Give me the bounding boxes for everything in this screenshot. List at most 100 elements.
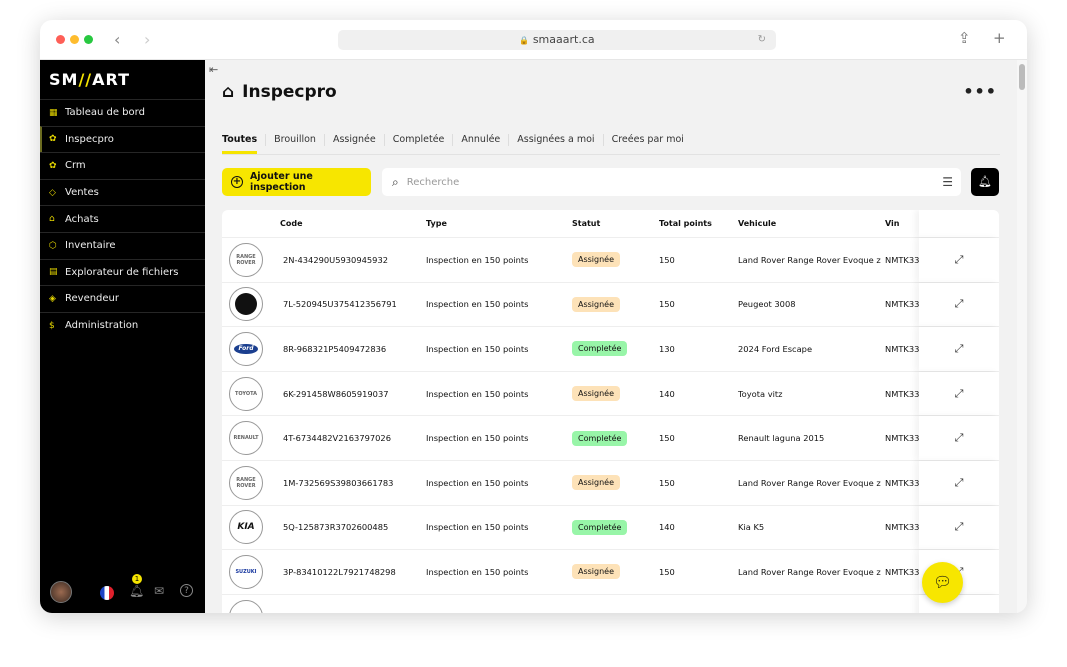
tab-creées-par-moi[interactable]: Creées par moi [612, 132, 684, 154]
total-points: 150 [659, 254, 675, 265]
open-inspection-button[interactable]: ⤢ [919, 505, 999, 550]
table-row[interactable] [222, 594, 999, 613]
expand-icon: ⤢ [954, 297, 964, 311]
sidebar: SM//ART ▦ Tableau de bord ✿ Inspecpro ✿ Crm ◇ V… [40, 60, 205, 613]
status-cell: Completée [572, 430, 659, 446]
expand-icon: ⤢ [954, 475, 964, 489]
table-row[interactable]: Ford 8R-968321P5409472836 Inspection en 15… [222, 327, 999, 372]
status-badge: Completée [572, 519, 628, 535]
close-window-button[interactable] [56, 35, 65, 44]
avatar[interactable] [50, 581, 72, 603]
sidebar-item-tableau-de-bord[interactable]: ▦ Tableau de bord [40, 99, 205, 126]
search-icon: ⌕ [392, 174, 399, 189]
brand-logo [229, 599, 263, 613]
tab-toutes[interactable]: Toutes [222, 132, 258, 154]
sidebar-item-label: Crm [65, 160, 86, 172]
back-icon[interactable]: ‹ [114, 30, 120, 49]
brand-logo: Ford [229, 331, 263, 366]
status-cell: Completée [572, 341, 659, 357]
tab-assignées-a-moi[interactable]: Assignées a moi [517, 132, 594, 154]
open-inspection-button[interactable]: ⤢ [919, 327, 999, 371]
sidebar-item-achats[interactable]: ⌂ Achats [40, 205, 205, 232]
table-row[interactable]: RANGE ROVER 1M-732569S39803661783 Inspecti… [222, 460, 999, 506]
sidebar-item-administration[interactable]: $ Administration [40, 311, 205, 339]
forward-icon[interactable]: › [144, 30, 150, 49]
tab-annulée[interactable]: Annulée [461, 132, 500, 154]
vehicle-name: 2024 Ford Escape [738, 343, 813, 354]
inspection-code: 3P-83410122L7921748298 [283, 566, 396, 577]
table-row[interactable]: RENAULT 4T-6734482V2163797026 Inspection e… [222, 416, 999, 461]
share-icon[interactable]: ⇪ [958, 29, 971, 47]
open-inspection-button[interactable]: ⤢ [919, 460, 999, 505]
table-row[interactable]: KIA 5Q-125873R3702600485 Inspection en 150… [222, 505, 999, 551]
sidebar-item-label: Tableau de bord [65, 107, 145, 119]
language-flag-icon[interactable] [100, 586, 114, 600]
open-inspection-button[interactable]: ⤢ [919, 416, 999, 460]
sidebar-item-label: Inventaire [65, 240, 116, 252]
vehicle-name: Land Rover Range Rover Evoque z [738, 566, 881, 577]
chat-button[interactable]: 💬︎ [922, 562, 963, 603]
sidebar-item-label: Revendeur [65, 293, 120, 305]
sidebar-item-explorateur-de-fichiers[interactable]: ▤ Explorateur de fichiers [40, 258, 205, 286]
maximize-window-button[interactable] [84, 35, 93, 44]
sidebar-item-label: Ventes [65, 187, 99, 199]
address-bar[interactable]: 🔒 smaaart.ca ↻ [338, 30, 776, 50]
brand-logo: RANGE ROVER [229, 465, 263, 500]
inspection-code: 6K-291458W8605919037 [283, 388, 389, 399]
scrollbar-thumb[interactable] [1019, 64, 1025, 90]
column-header: Vin [885, 219, 900, 228]
table-row[interactable]: RANGE ROVER 2N-434290U5930945932 Inspectio… [222, 238, 999, 283]
tab-divider [265, 134, 267, 146]
vin: NMTK33 [885, 299, 920, 310]
bell-icon[interactable]: 🔔︎ [129, 584, 144, 598]
brand-logo: SUZUKI [229, 554, 263, 589]
sidebar-footer: 🔔︎ 1 ✉ ? [40, 574, 205, 605]
tab-brouillon[interactable]: Brouillon [274, 132, 316, 154]
table-row[interactable]: 7L-520945U375412356791 Inspection en 150 … [222, 282, 999, 328]
brand-logo [229, 287, 263, 322]
vehicle-name: Land Rover Range Rover Evoque z [738, 477, 881, 488]
status-badge: Assignée [572, 296, 621, 312]
sidebar-item-icon: ◇ [49, 187, 56, 198]
table-row[interactable]: TOYOTA 6K-291458W8605919037 Inspection en … [222, 371, 999, 417]
sidebar-item-inventaire[interactable]: ⬡ Inventaire [40, 231, 205, 259]
total-points: 150 [659, 433, 675, 444]
sidebar-item-crm[interactable]: ✿ Crm [40, 152, 205, 179]
sidebar-item-ventes[interactable]: ◇ Ventes [40, 178, 205, 206]
status-cell: Assignée [572, 296, 659, 312]
total-points: 130 [659, 343, 675, 354]
mail-icon[interactable]: ✉ [154, 584, 164, 598]
column-header: Statut [572, 219, 601, 228]
total-points: 150 [659, 477, 675, 488]
table-body: RANGE ROVER 2N-434290U5930945932 Inspectio… [222, 238, 999, 613]
status-cell: Assignée [572, 386, 659, 402]
new-tab-icon[interactable]: + [993, 29, 1006, 47]
collapse-sidebar-icon[interactable]: ⇤ [209, 63, 218, 76]
brand-logo-cell: RANGE ROVER [222, 465, 280, 500]
filter-icon[interactable]: ☰ [942, 175, 953, 189]
more-options-icon[interactable]: ••• [963, 82, 997, 101]
tab-completée[interactable]: Completée [393, 132, 445, 154]
main-content: ⇤ ⌂ Inspecpro ••• Toutes Brouillon Assignée… [205, 60, 1017, 613]
table-row[interactable]: SUZUKI 3P-83410122L7921748298 Inspection e… [222, 550, 999, 595]
column-header: Total points [659, 219, 712, 228]
reload-icon[interactable]: ↻ [758, 30, 766, 50]
open-inspection-button[interactable]: ⤢ [919, 238, 999, 282]
open-inspection-button[interactable]: ⤢ [919, 371, 999, 416]
tab-assignée[interactable]: Assignée [333, 132, 376, 154]
sidebar-item-icon: ⌂ [49, 214, 55, 225]
help-icon[interactable]: ? [180, 584, 193, 597]
sidebar-item-inspecpro[interactable]: ✿ Inspecpro [40, 125, 205, 153]
smaart-logo[interactable]: SM//ART [49, 70, 130, 89]
inspection-code: 1M-732569S39803661783 [283, 477, 394, 488]
brand-logo-cell [222, 287, 280, 322]
search-input[interactable] [406, 176, 943, 188]
open-inspection-button[interactable]: ⤢ [919, 282, 999, 327]
sidebar-item-revendeur[interactable]: ◈ Revendeur [40, 285, 205, 312]
notifications-button[interactable]: 🔔︎ [971, 168, 999, 196]
status-badge: Assignée [572, 252, 621, 268]
add-inspection-button[interactable]: + Ajouter une inspection [222, 168, 371, 196]
page-scrollbar[interactable] [1017, 60, 1027, 613]
tab-divider [452, 134, 454, 146]
minimize-window-button[interactable] [70, 35, 79, 44]
